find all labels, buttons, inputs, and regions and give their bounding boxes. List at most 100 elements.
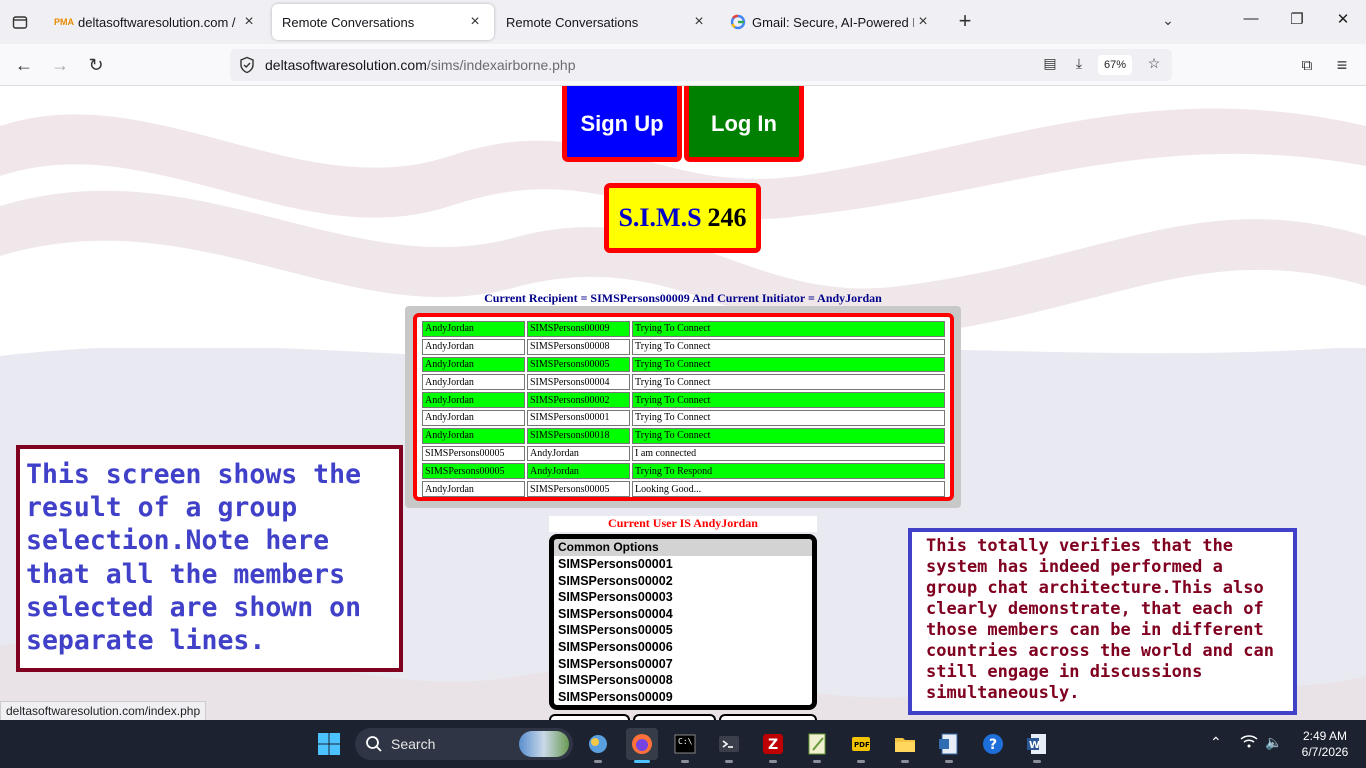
annotation-note-left: This screen shows the result of a group … [16,445,403,672]
svg-text:Z: Z [768,737,778,753]
cell-message: Trying To Connect [632,321,945,337]
url-text[interactable]: deltasoftwaresolution.com/sims/indexairb… [265,57,576,73]
forward-arrow-icon[interactable]: → [47,52,73,78]
cell-initiator: AndyJordan [422,481,525,497]
table-row: AndyJordan SIMSPersons00009 Trying To Conn… [422,321,945,337]
close-icon[interactable]: × [690,13,708,31]
taskbar-search-box[interactable]: Search [355,728,573,760]
browser-nav-bar: ← → ↻ deltasoftwaresolution.com/sims/ind… [0,44,1366,86]
word-icon[interactable]: W [1021,728,1053,763]
cell-initiator: AndyJordan [422,392,525,408]
back-arrow-icon[interactable]: ← [11,52,37,78]
address-bar[interactable]: deltasoftwaresolution.com/sims/indexairb… [230,49,1172,81]
close-icon[interactable]: × [914,13,932,31]
option-item[interactable]: SIMSPersons00005 [554,622,812,639]
conversation-table: AndyJordan SIMSPersons00009 Trying To Conn… [420,319,947,499]
site-security-icon[interactable] [238,56,256,74]
current-recipient-line: Current Recipient = SIMSPersons00009 And… [484,291,882,305]
option-item[interactable]: SIMSPersons00001 [554,556,812,573]
option-item[interactable]: SIMSPersons00006 [554,639,812,656]
tab-remote-conversations[interactable]: Remote Conversations × [496,4,718,40]
save-to-pocket-icon[interactable]: ⤓ [1069,55,1089,75]
wifi-icon[interactable] [1240,734,1258,751]
zoom-level-button[interactable]: 67% [1098,55,1132,75]
cell-recipient: SIMSPersons00005 [527,356,630,373]
volume-icon[interactable]: 🔈 [1265,734,1282,751]
running-indicator [725,760,733,763]
cell-message: Trying To Connect [632,338,945,355]
cell-message: Trying To Respond [632,463,945,480]
windows-start-icon[interactable] [313,728,345,760]
restore-icon[interactable]: ❐ [1282,10,1312,34]
bookmark-star-icon[interactable]: ☆ [1144,55,1164,75]
weather-app-icon[interactable] [582,728,614,763]
table-row: AndyJordan SIMSPersons00018 Trying To Conn… [422,427,945,444]
cell-initiator: AndyJordan [422,356,525,373]
firefox-icon[interactable] [626,728,658,763]
tab-phpmyadmin[interactable]: PMA deltasoftwaresolution.com / loc × [46,4,268,40]
cell-message: Looking Good... [632,481,945,497]
help-icon[interactable]: ? [977,728,1009,760]
clock-time: 2:49 AM [1302,729,1348,743]
svg-text:PDF: PDF [854,741,870,749]
tab-gmail[interactable]: Gmail: Secure, AI-Powered Emai × [720,4,942,40]
reload-icon[interactable]: ↻ [83,52,109,78]
brand-name: S.I.M.S [618,203,702,232]
option-item[interactable]: SIMSPersons00008 [554,672,812,689]
pdf-app-icon[interactable]: PDF [845,728,877,763]
brand-number: 246 [707,203,747,232]
close-icon[interactable]: × [240,13,258,31]
cell-recipient: SIMSPersons00008 [527,338,630,355]
option-item[interactable]: SIMSPersons00007 [554,656,812,673]
cell-message: Trying To Connect [632,409,945,426]
running-indicator [857,760,865,763]
table-row: SIMSPersons00005 AndyJordan I am connected [422,445,945,462]
cell-recipient: SIMSPersons00004 [527,374,630,391]
running-indicator [681,760,689,763]
reader-view-icon[interactable]: ▤ [1040,55,1060,75]
option-item[interactable]: SIMSPersons00004 [554,606,812,623]
log-in-button[interactable]: Log In [684,86,804,162]
new-tab-plus-icon[interactable]: + [954,10,976,34]
file-explorer-icon[interactable] [889,728,921,763]
svg-text:C:\: C:\ [678,737,693,746]
minimize-icon[interactable]: — [1236,10,1266,34]
menu-hamburger-icon[interactable]: ≡ [1329,52,1355,78]
notepad-plus-plus-icon[interactable] [801,728,833,763]
option-item[interactable]: SIMSPersons00009 [554,689,812,705]
sign-up-button[interactable]: Sign Up [562,86,682,162]
close-icon[interactable]: × [466,13,484,31]
conversation-table-border: AndyJordan SIMSPersons00009 Trying To Conn… [413,313,954,501]
tab-title: Gmail: Secure, AI-Powered Emai [752,14,914,30]
search-highlight-image [519,731,569,757]
cell-message: Trying To Connect [632,374,945,391]
chevron-down-icon[interactable]: ⌄ [1158,12,1178,32]
svg-text:W: W [1029,740,1040,751]
url-domain: deltasoftwaresolution.com [265,57,427,73]
table-row: AndyJordan SIMSPersons00001 Trying To Conn… [422,409,945,426]
tab-title: Remote Conversations [506,14,639,30]
option-item[interactable]: SIMSPersons00003 [554,589,812,606]
powershell-icon[interactable] [713,728,745,763]
filezilla-icon[interactable]: Z [757,728,789,763]
cell-initiator: AndyJordan [422,427,525,444]
document-app-icon[interactable] [933,728,965,763]
search-icon [365,735,383,753]
phpmyadmin-icon: PMA [54,17,74,27]
window-close-icon[interactable]: ✕ [1328,10,1358,34]
common-options-listbox[interactable]: Common Options SIMSPersons00001 SIMSPerso… [549,534,817,710]
running-indicator [594,760,602,763]
option-item[interactable]: SIMSPersons00002 [554,573,812,590]
tab-list-icon[interactable] [8,10,32,34]
extensions-icon[interactable]: ⧉ [1294,52,1320,78]
tab-remote-conversations-active[interactable]: Remote Conversations × [272,4,494,40]
conversation-table-frame: AndyJordan SIMSPersons00009 Trying To Conn… [405,306,961,508]
cell-recipient: SIMSPersons00001 [527,409,630,426]
taskbar-clock[interactable]: 2:49 AM 6/7/2026 [1290,728,1360,760]
table-row: AndyJordan SIMSPersons00004 Trying To Conn… [422,374,945,391]
page-content: Sign Up Log In S.I.M.S 246 Current Recip… [0,86,1366,720]
terminal-icon[interactable]: C:\ [669,728,701,763]
search-label: Search [391,736,436,752]
cell-recipient: AndyJordan [527,445,630,462]
show-hidden-icons-chevron-icon[interactable]: ⌃ [1210,734,1222,751]
